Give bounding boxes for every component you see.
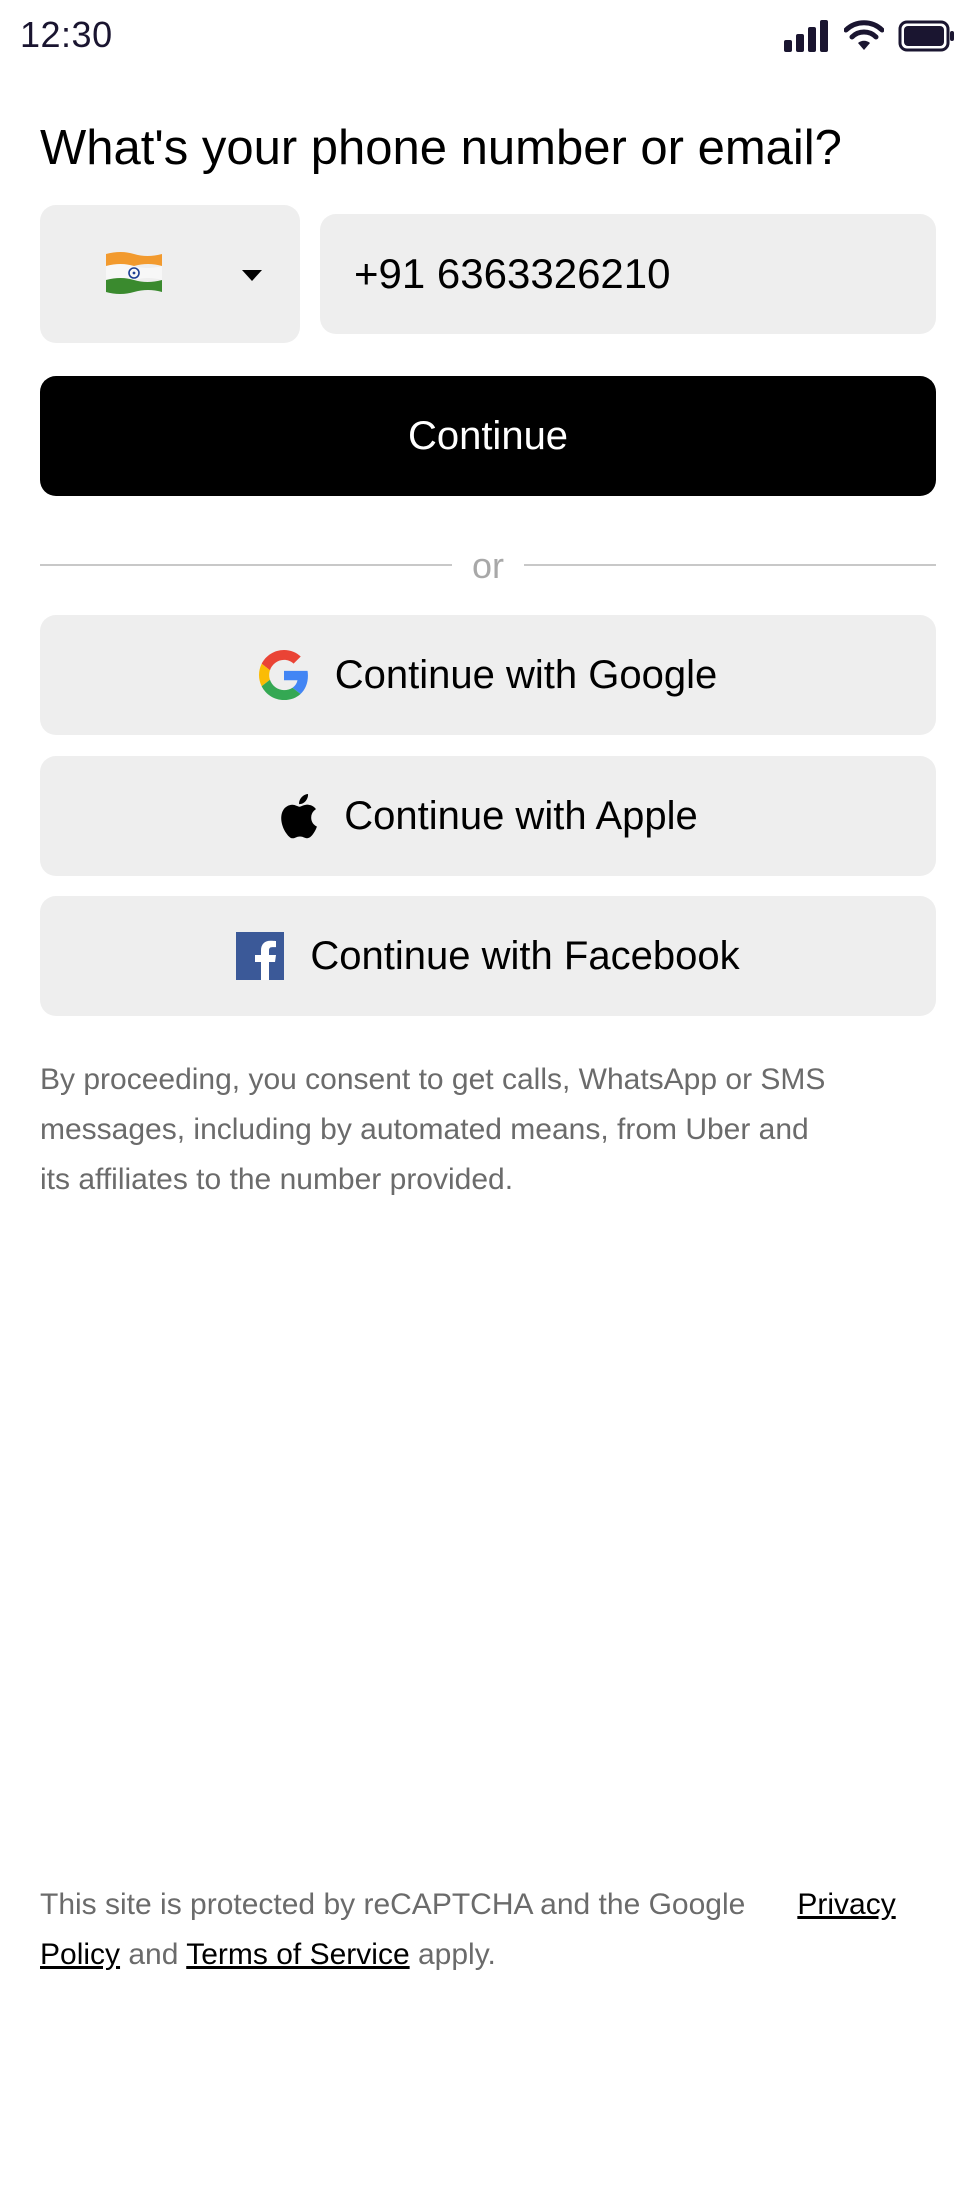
india-flag-icon — [106, 252, 162, 294]
apple-icon — [281, 794, 318, 839]
caret-down-icon — [242, 270, 262, 281]
page-title: What's your phone number or email? — [40, 121, 842, 175]
google-button-label: Continue with Google — [334, 652, 718, 697]
recaptcha-suffix: apply. — [417, 1938, 496, 1971]
or-divider: or — [40, 545, 936, 586]
google-icon — [258, 650, 308, 700]
continue-with-apple-button[interactable]: Continue with Apple — [40, 756, 936, 876]
signal-icon — [784, 20, 828, 52]
continue-button[interactable]: Continue — [40, 376, 936, 496]
facebook-button-label: Continue with Facebook — [310, 933, 740, 978]
continue-with-google-button[interactable]: Continue with Google — [40, 615, 936, 735]
divider-text: or — [471, 545, 504, 586]
apple-button-label: Continue with Apple — [344, 793, 698, 838]
country-code-dropdown[interactable] — [40, 205, 300, 343]
status-bar: 12:30 — [0, 0, 976, 75]
continue-with-facebook-button[interactable]: Continue with Facebook — [40, 896, 936, 1016]
consent-disclaimer: By proceeding, you consent to get calls,… — [40, 1063, 826, 1196]
status-time: 12:30 — [20, 14, 113, 55]
recaptcha-prefix: This site is protected by reCAPTCHA and … — [40, 1888, 746, 1921]
battery-icon — [898, 20, 954, 52]
divider-line-right — [524, 564, 936, 566]
facebook-icon — [236, 932, 285, 980]
phone-or-email-input[interactable] — [320, 214, 936, 334]
terms-of-service-link[interactable]: Terms of Service — [186, 1938, 409, 1971]
status-icons — [784, 20, 956, 52]
wifi-icon — [844, 20, 884, 50]
recaptcha-and: and — [128, 1938, 179, 1971]
recaptcha-notice: This site is protected by reCAPTCHA and … — [40, 1880, 920, 1980]
